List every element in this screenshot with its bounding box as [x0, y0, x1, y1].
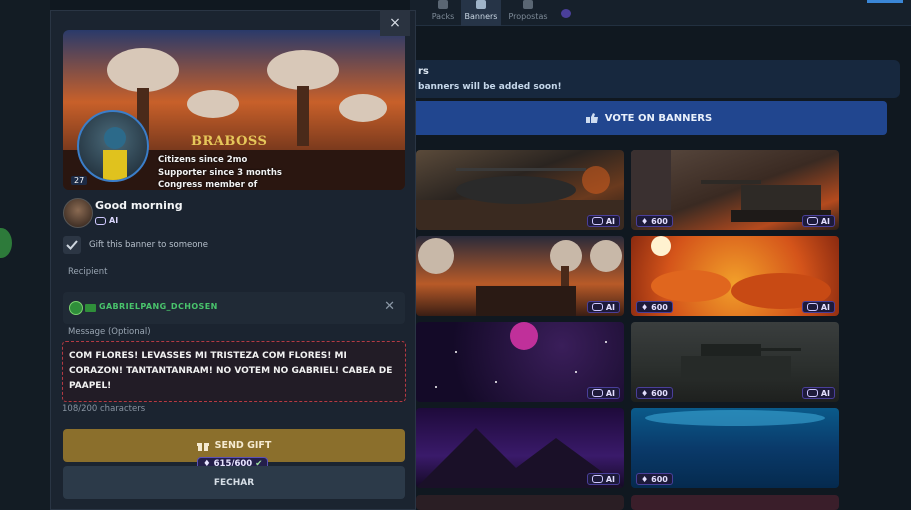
top-navigation: Packs Banners Propostas: [410, 0, 911, 26]
notice-title: rs: [418, 66, 429, 77]
banner-card-mushroom-clouds[interactable]: AI: [416, 236, 624, 316]
flag-icon: [85, 304, 96, 312]
ai-badge: AI: [586, 215, 620, 227]
price-badge: ♦ 600: [636, 473, 673, 485]
tab-propostas[interactable]: Propostas: [505, 0, 551, 26]
close-modal-button[interactable]: FECHAR: [63, 466, 405, 499]
ai-badge: AI: [586, 387, 620, 399]
hidden-icon-button[interactable]: [558, 0, 574, 26]
background-decoration: [0, 228, 12, 258]
recipient-avatar: [69, 301, 83, 315]
profile-name: BRABOSS: [191, 134, 268, 149]
ai-badge: AI: [586, 301, 620, 313]
close-icon[interactable]: ×: [380, 10, 410, 36]
ai-badge: AI: [801, 387, 835, 399]
info-notice: rs banners will be added soon!: [410, 60, 900, 98]
message-input[interactable]: COM FLORES! LEVASSES MI TRISTEZA COM FLO…: [62, 341, 406, 402]
banner-preview: 27 BRABOSS Citizens since 2mo Supporter …: [63, 30, 405, 190]
gift-icon: [196, 442, 209, 451]
clear-recipient-button[interactable]: ✕: [384, 299, 395, 314]
notice-text: banners will be added soon!: [418, 82, 562, 92]
banner-card-space[interactable]: AI: [416, 322, 624, 402]
ai-badge: AI: [801, 215, 835, 227]
banner-card-tank-city[interactable]: ♦ 600 AI: [631, 150, 839, 230]
banner-owner-avatar: [63, 198, 93, 228]
gift-checkbox-label: Gift this banner to someone: [89, 240, 209, 250]
ai-badge: AI: [586, 473, 620, 485]
banner-card-orange-clouds[interactable]: ♦ 600 AI: [631, 236, 839, 316]
gift-toggle-row: Gift this banner to someone: [63, 236, 208, 254]
recipient-field[interactable]: GABRIELPANG_DCHOSEN ✕: [63, 292, 405, 324]
pack-icon: [438, 0, 448, 9]
banner-title: Good morning: [95, 199, 183, 212]
price-badge: ♦ 600: [636, 387, 673, 399]
thumbs-icon: [585, 113, 598, 123]
banner-card-purple-mountains[interactable]: AI: [416, 408, 624, 488]
banner-card-partial[interactable]: [416, 495, 624, 510]
level-badge: 27: [71, 176, 88, 185]
congress-line: Congress member of: [158, 180, 258, 190]
recipient-name: GABRIELPANG_DCHOSEN: [99, 302, 218, 311]
price-badge: ♦ 600: [636, 301, 673, 313]
citizen-line: Citizens since 2mo: [158, 155, 248, 165]
tab-packs[interactable]: Packs: [426, 0, 460, 26]
ai-badge: AI: [801, 301, 835, 313]
eye-off-icon: [561, 9, 571, 18]
profile-avatar: [77, 110, 149, 182]
banner-card-ocean[interactable]: ♦ 600: [631, 408, 839, 488]
banner-card-helicopter[interactable]: AI: [416, 150, 624, 230]
nav-accent-bar: [867, 0, 903, 3]
banner-card-partial[interactable]: [631, 495, 839, 510]
tab-banners[interactable]: Banners: [461, 0, 501, 26]
robot-icon: [95, 216, 106, 225]
check-icon: [66, 240, 78, 250]
gift-checkbox[interactable]: [63, 236, 81, 254]
vote-icon: [523, 0, 533, 9]
ai-tag: AI: [95, 216, 118, 225]
recipient-label: Recipient: [68, 267, 108, 277]
supporter-line: Supporter since 3 months: [158, 168, 282, 178]
image-icon: [476, 0, 486, 9]
price-badge: ♦ 600: [636, 215, 673, 227]
vote-on-banners-button[interactable]: VOTE ON BANNERS: [410, 101, 887, 135]
background-panel: [0, 0, 50, 510]
banner-card-tank-field[interactable]: ♦ 600 AI: [631, 322, 839, 402]
message-label: Message (Optional): [68, 327, 151, 337]
character-count: 108/200 characters: [62, 404, 146, 414]
gift-banner-modal: 27 BRABOSS Citizens since 2mo Supporter …: [50, 10, 416, 510]
